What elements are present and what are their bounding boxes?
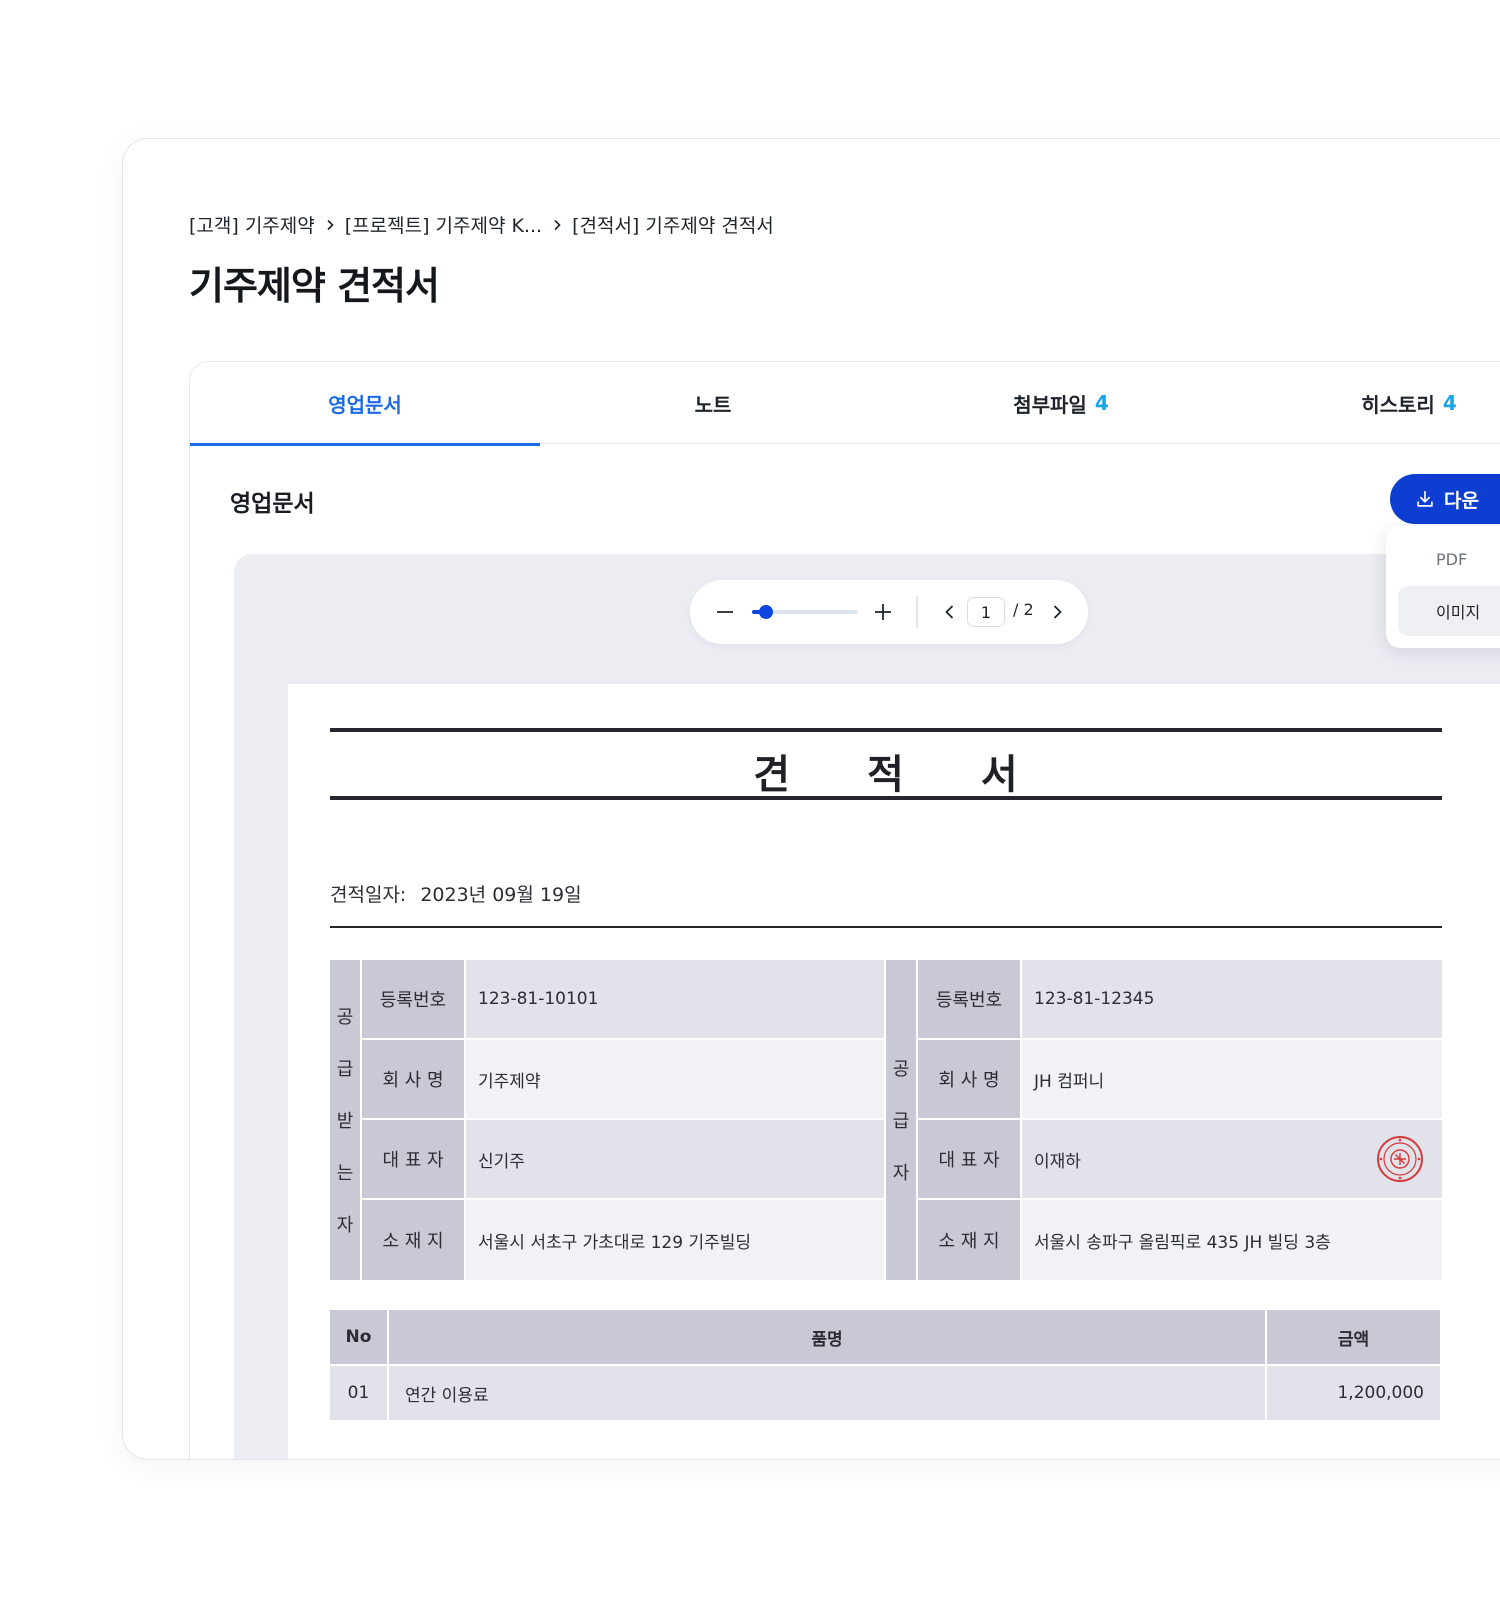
tab-notes[interactable]: 노트 (538, 362, 888, 444)
table-row: 회 사 명 기주제약 (362, 1040, 884, 1118)
page-title: 기주제약 견적서 (189, 264, 440, 308)
table-row: 대 표 자 신기주 (362, 1120, 884, 1198)
title-char: 견 (753, 752, 792, 798)
field-value: JH 컴퍼니 (1022, 1040, 1442, 1118)
quote-date-label: 견적일자: (330, 884, 407, 906)
tab-bar: 영업문서 노트 첨부파일 4 히스토리 4 (190, 362, 1500, 446)
document-title: 견적서 (330, 742, 1442, 800)
field-label: 대 표 자 (918, 1120, 1020, 1198)
chevron-right-icon (315, 219, 345, 231)
field-label: 대 표 자 (362, 1120, 464, 1198)
field-value-text: 이재하 (1034, 1151, 1081, 1172)
vertical-char: 공 (336, 1007, 354, 1028)
page-total: / 2 (1013, 600, 1034, 619)
field-label: 등록번호 (918, 960, 1020, 1038)
field-value: 기주제약 (466, 1040, 884, 1118)
download-button[interactable]: 다운 (1390, 474, 1500, 524)
zoom-slider-handle[interactable] (758, 605, 773, 619)
cell-no: 01 (330, 1366, 387, 1420)
field-label: 소 재 지 (362, 1200, 464, 1280)
receiver-info-table: 공 급 받 는 자 등록번호 123-81-10101 회 사 명 기주제약 대… (330, 960, 884, 1280)
content-panel: 영업문서 노트 첨부파일 4 히스토리 4 영업문서 다운 PDF 이미지 1 … (189, 361, 1500, 1459)
table-row: 회 사 명 JH 컴퍼니 (918, 1040, 1442, 1118)
divider (330, 926, 1442, 928)
field-label: 회 사 명 (918, 1040, 1020, 1118)
receiver-vertical-label: 공 급 받 는 자 (330, 960, 360, 1280)
vertical-char: 는 (336, 1163, 354, 1184)
tab-label: 노트 (694, 392, 732, 417)
vertical-char: 자 (892, 1163, 910, 1184)
breadcrumb-item-customer[interactable]: [고객] 기주제약 (189, 211, 315, 238)
company-seal-icon (1377, 1136, 1423, 1182)
field-value: 123-81-12345 (1022, 960, 1442, 1038)
title-char: 서 (980, 752, 1019, 798)
column-header-amount: 금액 (1267, 1310, 1440, 1364)
field-label: 회 사 명 (362, 1040, 464, 1118)
download-format-menu: PDF 이미지 (1386, 526, 1500, 648)
document-title-box: 견적서 (330, 728, 1442, 800)
table-row: 소 재 지 서울시 송파구 올림픽로 435 JH 빌딩 3층 (918, 1200, 1442, 1280)
field-value: 서울시 서초구 가초대로 129 기주빌딩 (466, 1200, 884, 1280)
vertical-char: 자 (336, 1215, 354, 1236)
section-title: 영업문서 (230, 491, 315, 517)
column-header-no: No (330, 1310, 387, 1364)
table-row: 등록번호 123-81-10101 (362, 960, 884, 1038)
toolbar-divider (916, 596, 918, 628)
zoom-in-icon[interactable] (870, 599, 896, 625)
chevron-right-icon[interactable] (1047, 602, 1067, 622)
table-row: 등록번호 123-81-12345 (918, 960, 1442, 1038)
supplier-info-table: 공 급 자 등록번호 123-81-12345 회 사 명 JH 컴퍼니 대 표… (886, 960, 1442, 1280)
field-value: 서울시 송파구 올림픽로 435 JH 빌딩 3층 (1022, 1200, 1442, 1280)
vertical-char: 급 (336, 1059, 354, 1080)
field-value: 신기주 (466, 1120, 884, 1198)
table-row: 소 재 지 서울시 서초구 가초대로 129 기주빌딩 (362, 1200, 884, 1280)
breadcrumb: [고객] 기주제약 [프로젝트] 기주제약 K... [견적서] 기주제약 견적… (189, 211, 774, 238)
field-value: 이재하 (1022, 1120, 1442, 1198)
tab-label: 히스토리 (1361, 392, 1435, 417)
zoom-out-icon[interactable] (712, 599, 738, 625)
breadcrumb-item-project[interactable]: [프로젝트] 기주제약 K... (345, 211, 542, 238)
supplier-vertical-label: 공 급 자 (886, 960, 916, 1280)
tab-count-badge: 4 (1442, 391, 1457, 415)
tab-history[interactable]: 히스토리 4 (1234, 362, 1500, 444)
quote-date-value: 2023년 09월 19일 (420, 884, 582, 906)
tab-label: 영업문서 (328, 392, 402, 417)
table-row: 대 표 자 이재하 (918, 1120, 1442, 1198)
download-button-label: 다운 (1444, 489, 1479, 512)
breadcrumb-item-quote[interactable]: [견적서] 기주제약 견적서 (572, 211, 774, 238)
viewer-toolbar: / 2 (690, 580, 1088, 644)
vertical-char: 공 (892, 1059, 910, 1080)
field-value: 123-81-10101 (466, 960, 884, 1038)
field-label: 등록번호 (362, 960, 464, 1038)
field-label: 소 재 지 (918, 1200, 1020, 1280)
page-number-input[interactable] (967, 597, 1005, 627)
menu-item-image[interactable]: 이미지 (1398, 586, 1500, 636)
quote-date: 견적일자: 2023년 09월 19일 (330, 880, 582, 907)
cell-amount: 1,200,000 (1267, 1366, 1440, 1420)
chevron-left-icon[interactable] (940, 602, 960, 622)
download-icon (1417, 490, 1433, 507)
table-row: 01 연간 이용료 1,200,000 (330, 1366, 1442, 1420)
tab-label: 첨부파일 (1013, 392, 1087, 417)
title-char: 적 (867, 752, 905, 798)
zoom-slider[interactable] (752, 605, 858, 619)
column-header-name: 품명 (389, 1310, 1265, 1364)
tab-count-badge: 4 (1094, 391, 1109, 415)
vertical-char: 급 (892, 1111, 910, 1132)
menu-item-pdf[interactable]: PDF (1398, 534, 1500, 584)
document-viewer: / 2 견 적 서 견적일자: 2023년 09월 19일 공 급 (234, 554, 1500, 1459)
vertical-char: 받 (336, 1111, 354, 1132)
tab-attachments[interactable]: 첨부파일 4 (886, 362, 1236, 444)
cell-name: 연간 이용료 (389, 1366, 1265, 1420)
chevron-right-icon (542, 219, 572, 231)
table-header: No 품명 금액 (330, 1310, 1442, 1364)
main-card: [고객] 기주제약 [프로젝트] 기주제약 K... [견적서] 기주제약 견적… (122, 138, 1500, 1460)
document-page: 견 적 서 견적일자: 2023년 09월 19일 공 급 받 는 자 등록번호 1… (288, 684, 1500, 1459)
tab-sales-docs[interactable]: 영업문서 (190, 362, 540, 446)
